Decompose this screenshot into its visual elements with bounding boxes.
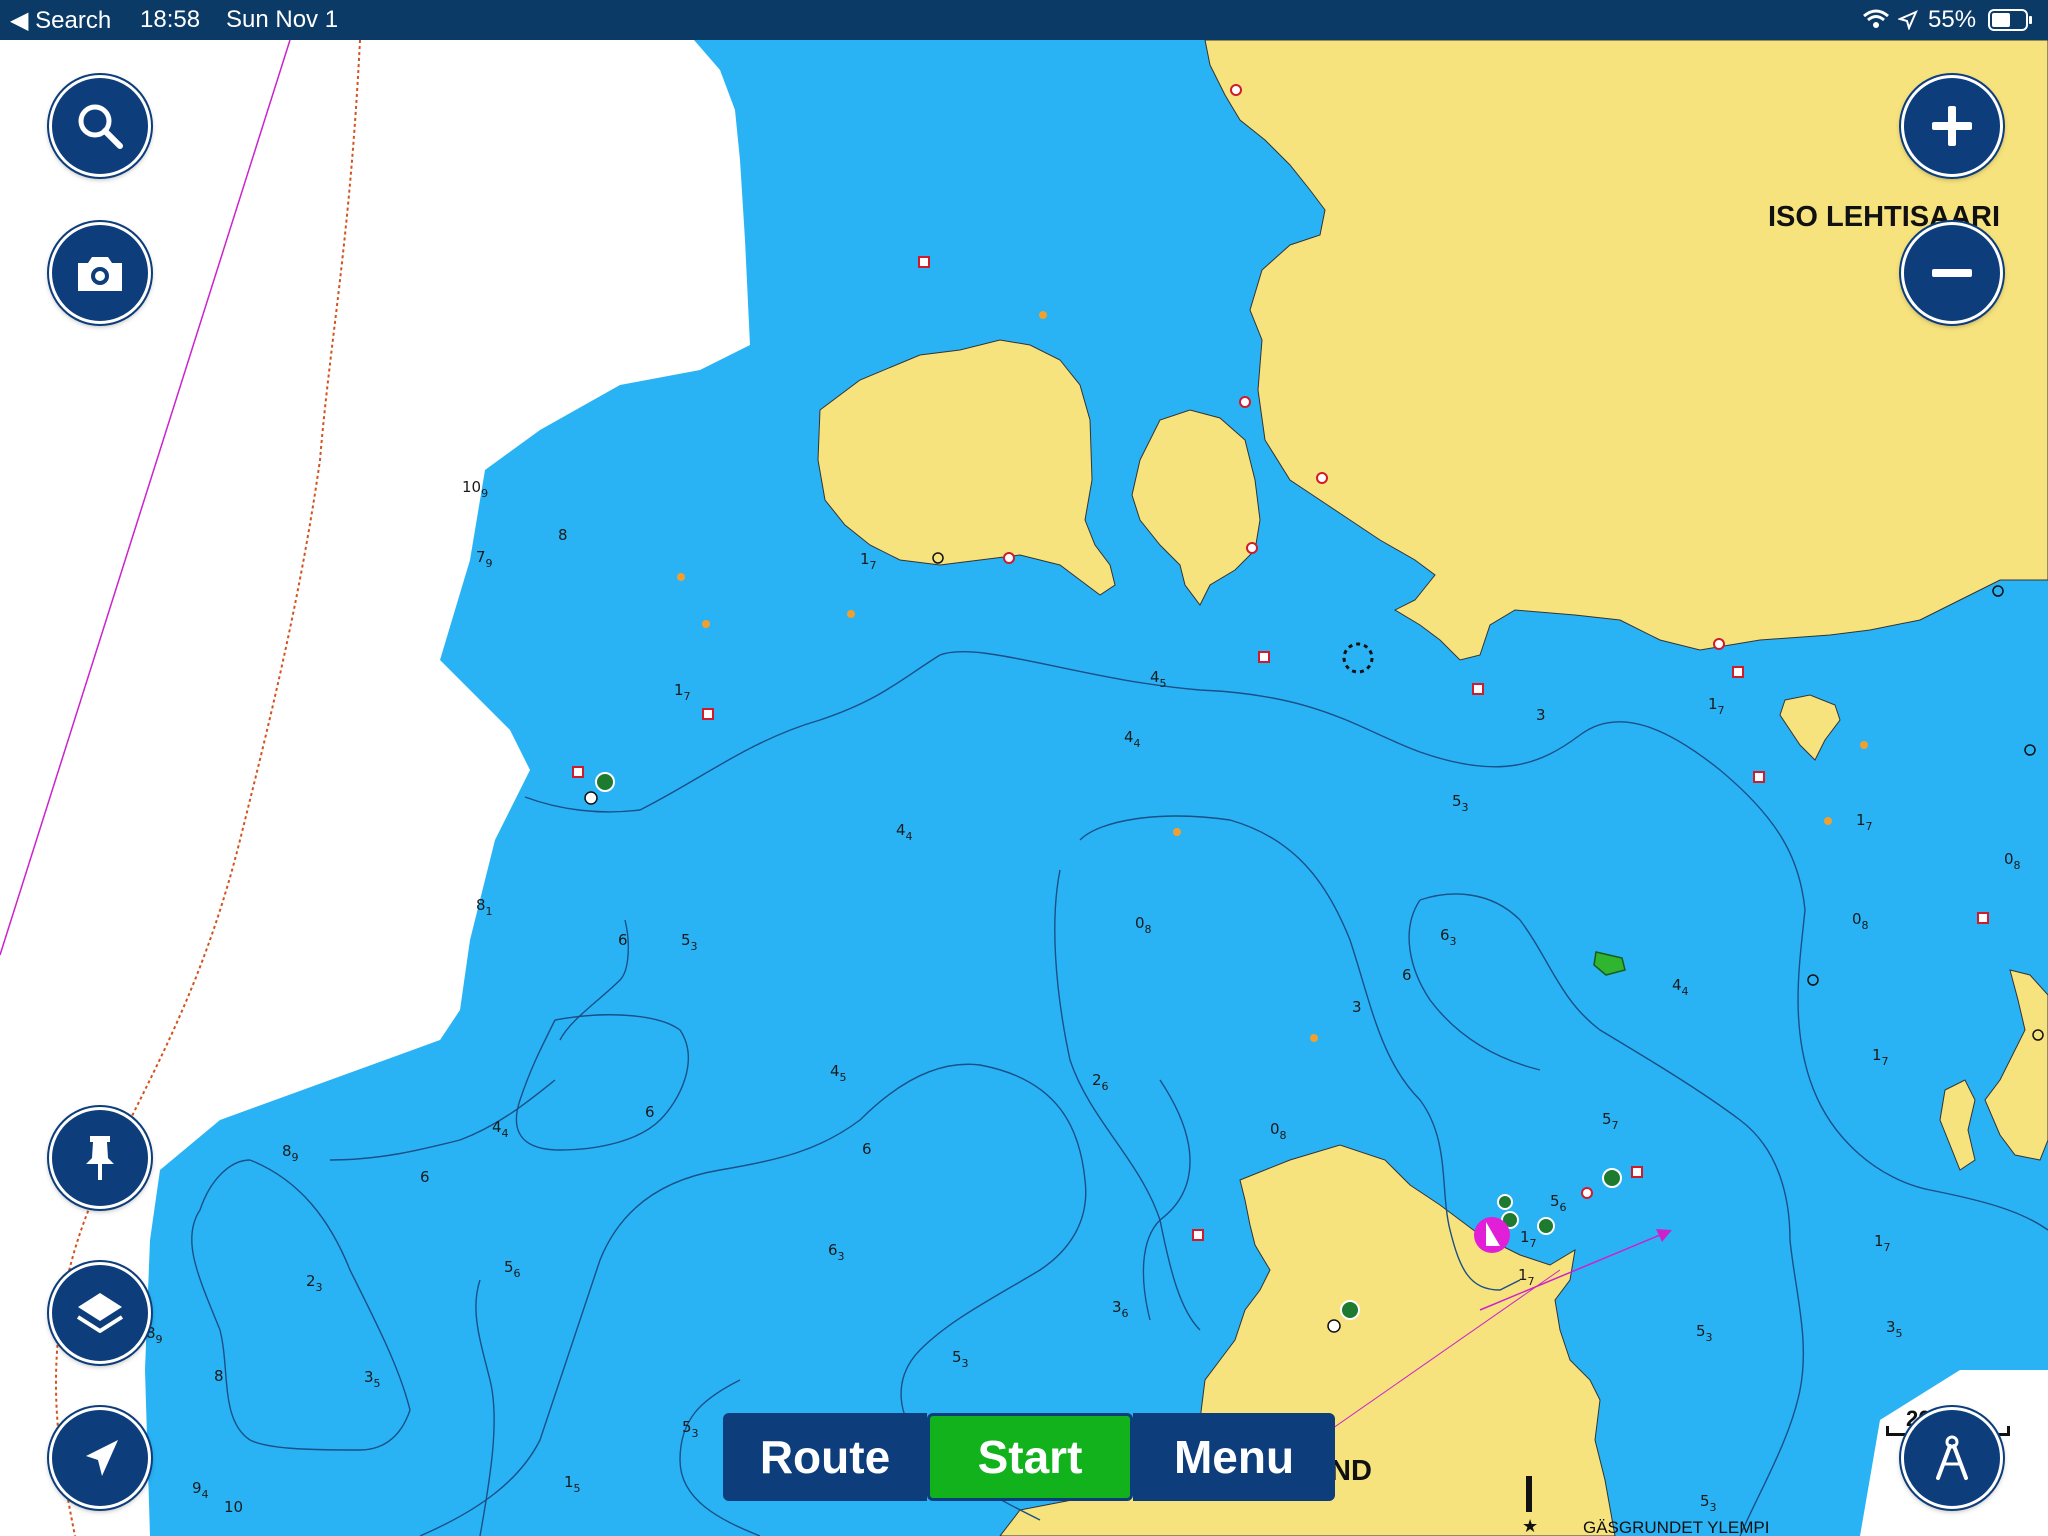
depth-sounding: 6 [645, 1103, 655, 1121]
start-button[interactable]: Start [927, 1413, 1133, 1501]
route-button[interactable]: Route [723, 1413, 927, 1501]
depth-sounding: 8 [214, 1367, 224, 1385]
layers-button[interactable] [49, 1262, 151, 1364]
bottom-action-bar: Route Start Menu [723, 1413, 1335, 1501]
minus-icon [1932, 269, 1972, 277]
camera-icon [78, 257, 122, 291]
navigation-arrow-icon [86, 1440, 118, 1476]
status-time: 18:58 [140, 6, 201, 33]
svg-text:★: ★ [1522, 1516, 1538, 1536]
depth-sounding: 6 [618, 931, 628, 949]
sailboat-marina-icon [1474, 1217, 1510, 1253]
menu-button[interactable]: Menu [1133, 1413, 1335, 1501]
depth-sounding: 3 [1536, 706, 1546, 724]
status-date: Sun Nov 1 [226, 6, 339, 33]
depth-sounding: 6 [420, 1168, 430, 1186]
plus-icon [1932, 106, 1972, 146]
pin-button[interactable] [49, 1107, 151, 1209]
zoom-in-button[interactable] [1901, 75, 2003, 177]
compass-tool-icon [1936, 1435, 1968, 1480]
place-label-gasgrundet: GÄSGRUNDET YLEMPI [1583, 1518, 1769, 1536]
zoom-out-button[interactable] [1901, 222, 2003, 324]
status-bar: ◀ Search 18:58 Sun Nov 1 55% [0, 0, 2048, 40]
battery-percent: 55% [1928, 6, 1977, 33]
tools-button[interactable] [1901, 1407, 2003, 1509]
depth-sounding: 3 [1352, 998, 1362, 1016]
nautical-chart-map[interactable]: ISO LEHTISAARI ND GÄSGRUNDET YLEMPI 109 … [0, 40, 2048, 1536]
depth-sounding: 6 [862, 1140, 872, 1158]
depth-sounding: 10 [224, 1498, 243, 1516]
wifi-icon [1862, 8, 1890, 37]
chart-canvas[interactable]: ISO LEHTISAARI ND GÄSGRUNDET YLEMPI 109 … [0, 40, 2048, 1536]
back-to-search-link[interactable]: ◀ Search [10, 6, 111, 35]
search-icon [78, 104, 123, 149]
location-services-icon [1897, 9, 1918, 37]
pin-icon [86, 1136, 114, 1180]
camera-button[interactable] [49, 222, 151, 324]
depth-sounding: 6 [1402, 966, 1412, 984]
layers-icon [76, 1293, 124, 1333]
search-button[interactable] [49, 75, 151, 177]
depth-sounding: 8 [558, 526, 568, 544]
locate-button[interactable] [49, 1407, 151, 1509]
place-label-partial: ND [1330, 1455, 1372, 1487]
battery-icon [1988, 9, 2034, 38]
